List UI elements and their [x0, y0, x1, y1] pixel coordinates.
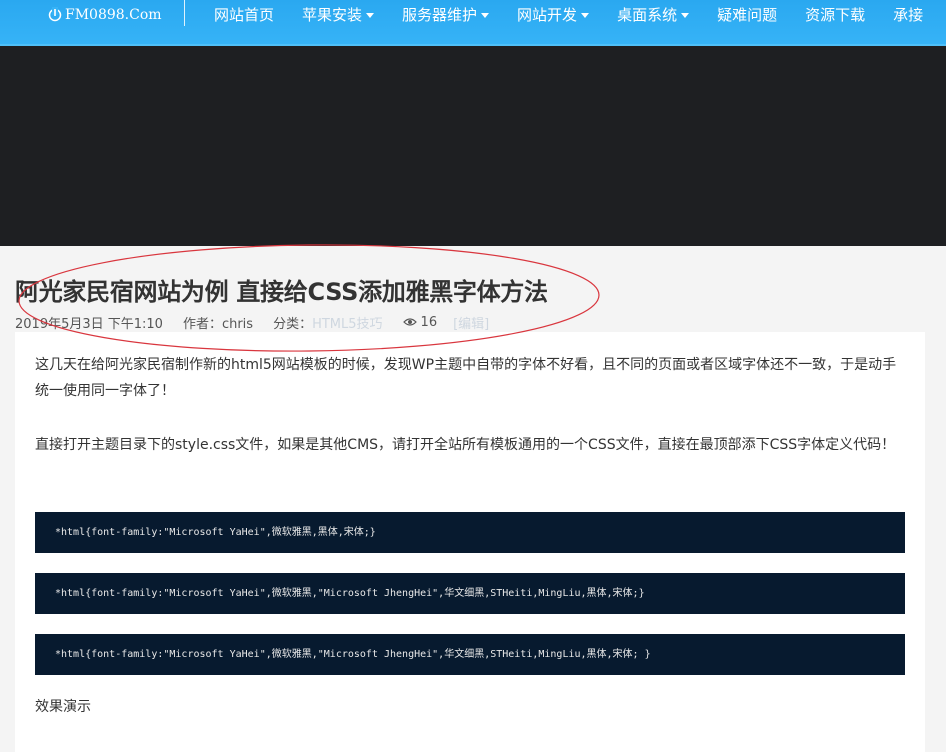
nav-item-label: 网站开发	[517, 6, 578, 24]
code-block: *html{font-family:"Microsoft YaHei",微软雅黑…	[35, 634, 905, 675]
edit-link[interactable]: [编辑]	[453, 313, 489, 332]
post-category-link[interactable]: HTML5技巧	[312, 313, 382, 332]
post-author: 作者：chris	[182, 316, 254, 332]
post-category-label: 分类：	[273, 316, 313, 332]
post-date: 2019年5月3日 下午1:10	[15, 316, 163, 332]
code-block: *html{font-family:"Microsoft YaHei",微软雅黑…	[35, 512, 905, 553]
nav-item-7[interactable]: 承接	[879, 0, 937, 30]
caret-down-icon	[481, 12, 490, 18]
post-views: 16	[402, 314, 438, 330]
nav-item-label: 疑难问题	[717, 6, 778, 24]
article-paragraph: 这几天在给阿光家民宿制作新的html5网站模板的时候，发现WP主题中自带的字体不…	[35, 357, 897, 399]
nav-item-label: 资源下载	[805, 6, 866, 24]
logo-icon	[48, 7, 62, 22]
nav-item-3[interactable]: 网站开发	[503, 0, 603, 30]
nav-divider	[184, 0, 185, 26]
caret-down-icon	[681, 12, 690, 18]
code-block: *html{font-family:"Microsoft YaHei",微软雅黑…	[35, 573, 905, 614]
logo-text: FM0898.Com	[65, 7, 162, 23]
nav-item-label: 服务器维护	[402, 6, 478, 24]
nav-item-0[interactable]: 网站首页	[200, 0, 288, 30]
nav-item-label: 苹果安装	[302, 6, 363, 24]
top-navbar: FM0898.Com 网站首页 苹果安装 服务器维护 网站开发 桌面系统 疑难问题 资源下载…	[0, 0, 946, 46]
post-title: 阿光家民宿网站为例 直接给CSS添加雅黑字体方法	[15, 278, 548, 306]
article-paragraph: 效果演示	[35, 699, 91, 715]
site-logo[interactable]: FM0898.Com	[47, 4, 162, 26]
caret-down-icon	[366, 12, 375, 18]
hero-banner	[0, 46, 946, 246]
nav-item-6[interactable]: 资源下载	[791, 0, 879, 30]
eye-icon	[402, 318, 417, 326]
nav-item-label: 网站首页	[214, 6, 275, 24]
nav-item-4[interactable]: 桌面系统	[603, 0, 703, 30]
nav-item-2[interactable]: 服务器维护	[388, 0, 503, 30]
post-meta: 2019年5月3日 下午1:10 作者：chris 分类： HTML5技巧 16…	[15, 313, 489, 332]
nav-item-label: 承接	[893, 6, 924, 24]
nav-item-5[interactable]: 疑难问题	[703, 0, 791, 30]
article-paragraph: 直接打开主题目录下的style.css文件，如果是其他CMS，请打开全站所有模板…	[35, 437, 896, 453]
caret-down-icon	[581, 12, 590, 18]
nav-item-1[interactable]: 苹果安装	[288, 0, 388, 30]
views-count: 16	[420, 314, 438, 330]
main-menu: 网站首页 苹果安装 服务器维护 网站开发 桌面系统 疑难问题 资源下载 承接	[200, 0, 937, 30]
nav-item-label: 桌面系统	[617, 6, 678, 24]
article-body: 这几天在给阿光家民宿制作新的html5网站模板的时候，发现WP主题中自带的字体不…	[15, 332, 925, 752]
